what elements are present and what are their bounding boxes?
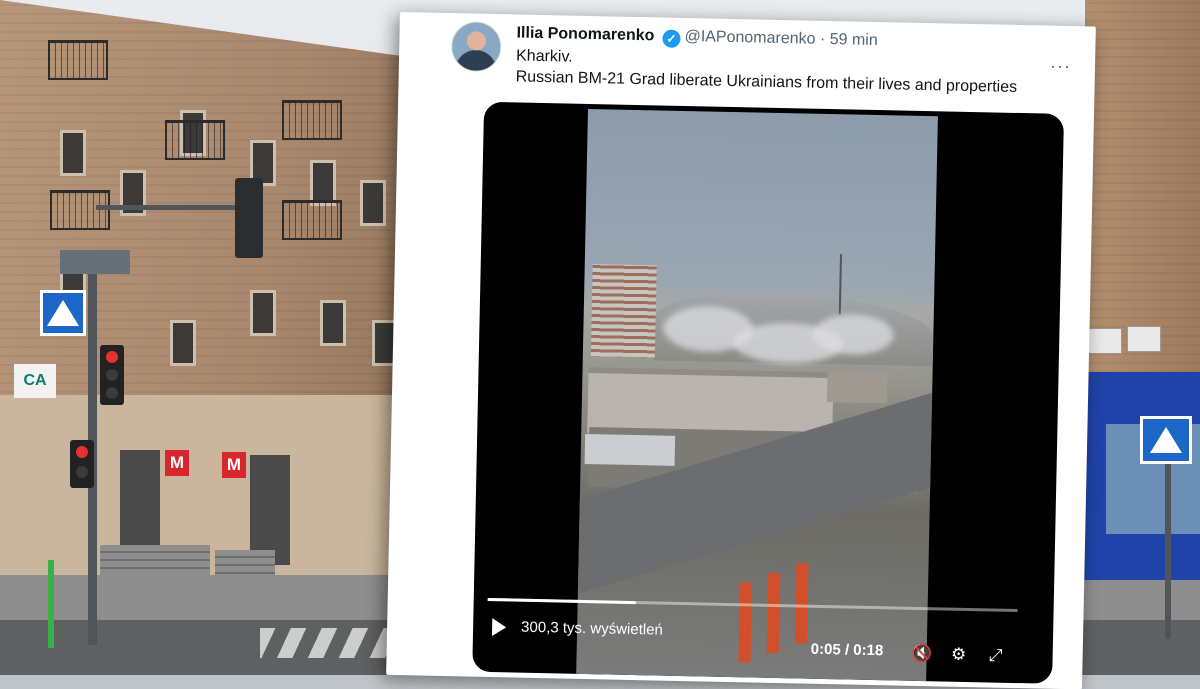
- tweet-card[interactable]: Illia Ponomarenko ✓ @IAPonomarenko · 59 …: [386, 12, 1096, 689]
- sign-pole: [1165, 464, 1171, 639]
- author-name[interactable]: Illia Ponomarenko: [516, 24, 654, 45]
- street-sign-plate: [60, 250, 130, 274]
- air-conditioner: [1088, 328, 1122, 354]
- balcony: [282, 100, 342, 140]
- balcony: [50, 190, 110, 230]
- video-scene-snow: [584, 433, 676, 466]
- street-lamp: [235, 178, 263, 258]
- video-scene-building: [826, 372, 888, 404]
- balcony: [165, 120, 225, 160]
- more-options-icon[interactable]: ···: [1050, 56, 1071, 77]
- pedestrian-crossing-sign: [40, 290, 86, 336]
- window: [360, 180, 386, 226]
- video-scene-flag: [738, 582, 753, 663]
- video-scene-highrise: [590, 264, 657, 358]
- balcony: [282, 200, 342, 240]
- tweet-text: Russian BM-21 Grad liberate Ukrainians f…: [515, 68, 1018, 96]
- video-scene-flag: [766, 572, 781, 654]
- traffic-light: [100, 345, 124, 405]
- shop-door: [250, 455, 290, 565]
- video-time: 0:05 / 0:18: [810, 640, 884, 660]
- shop-door: [120, 450, 160, 560]
- air-conditioner: [1127, 326, 1161, 352]
- metro-sign: M: [165, 450, 189, 476]
- author-handle-and-time[interactable]: @IAPonomarenko · 59 min: [684, 28, 878, 50]
- mute-icon[interactable]: 🔇: [910, 643, 933, 665]
- verified-badge-icon: ✓: [662, 29, 681, 48]
- settings-icon[interactable]: ⚙: [947, 644, 969, 666]
- window: [170, 320, 196, 366]
- right-storefront: [1078, 372, 1200, 580]
- street-pole-arm: [96, 205, 246, 210]
- window: [250, 290, 276, 336]
- avatar[interactable]: [450, 21, 502, 73]
- tweet-location-text: Kharkiv.: [515, 47, 573, 66]
- pedestrian-crossing-sign: [1140, 416, 1192, 464]
- fullscreen-icon[interactable]: ⤢: [984, 644, 1006, 666]
- window: [320, 300, 346, 346]
- metro-sign: M: [222, 452, 246, 478]
- play-icon[interactable]: [491, 618, 507, 637]
- balcony: [48, 40, 108, 80]
- window: [60, 130, 86, 176]
- view-count: 300,3 tys. wyświetleń: [520, 618, 664, 639]
- green-post: [48, 560, 54, 648]
- video-player[interactable]: 300,3 tys. wyświetleń 0:05 / 0:18 🔇 ⚙ ⤢: [472, 101, 1065, 684]
- bank-sign: CA: [14, 364, 56, 398]
- video-frame[interactable]: [576, 108, 938, 682]
- traffic-light: [70, 440, 94, 488]
